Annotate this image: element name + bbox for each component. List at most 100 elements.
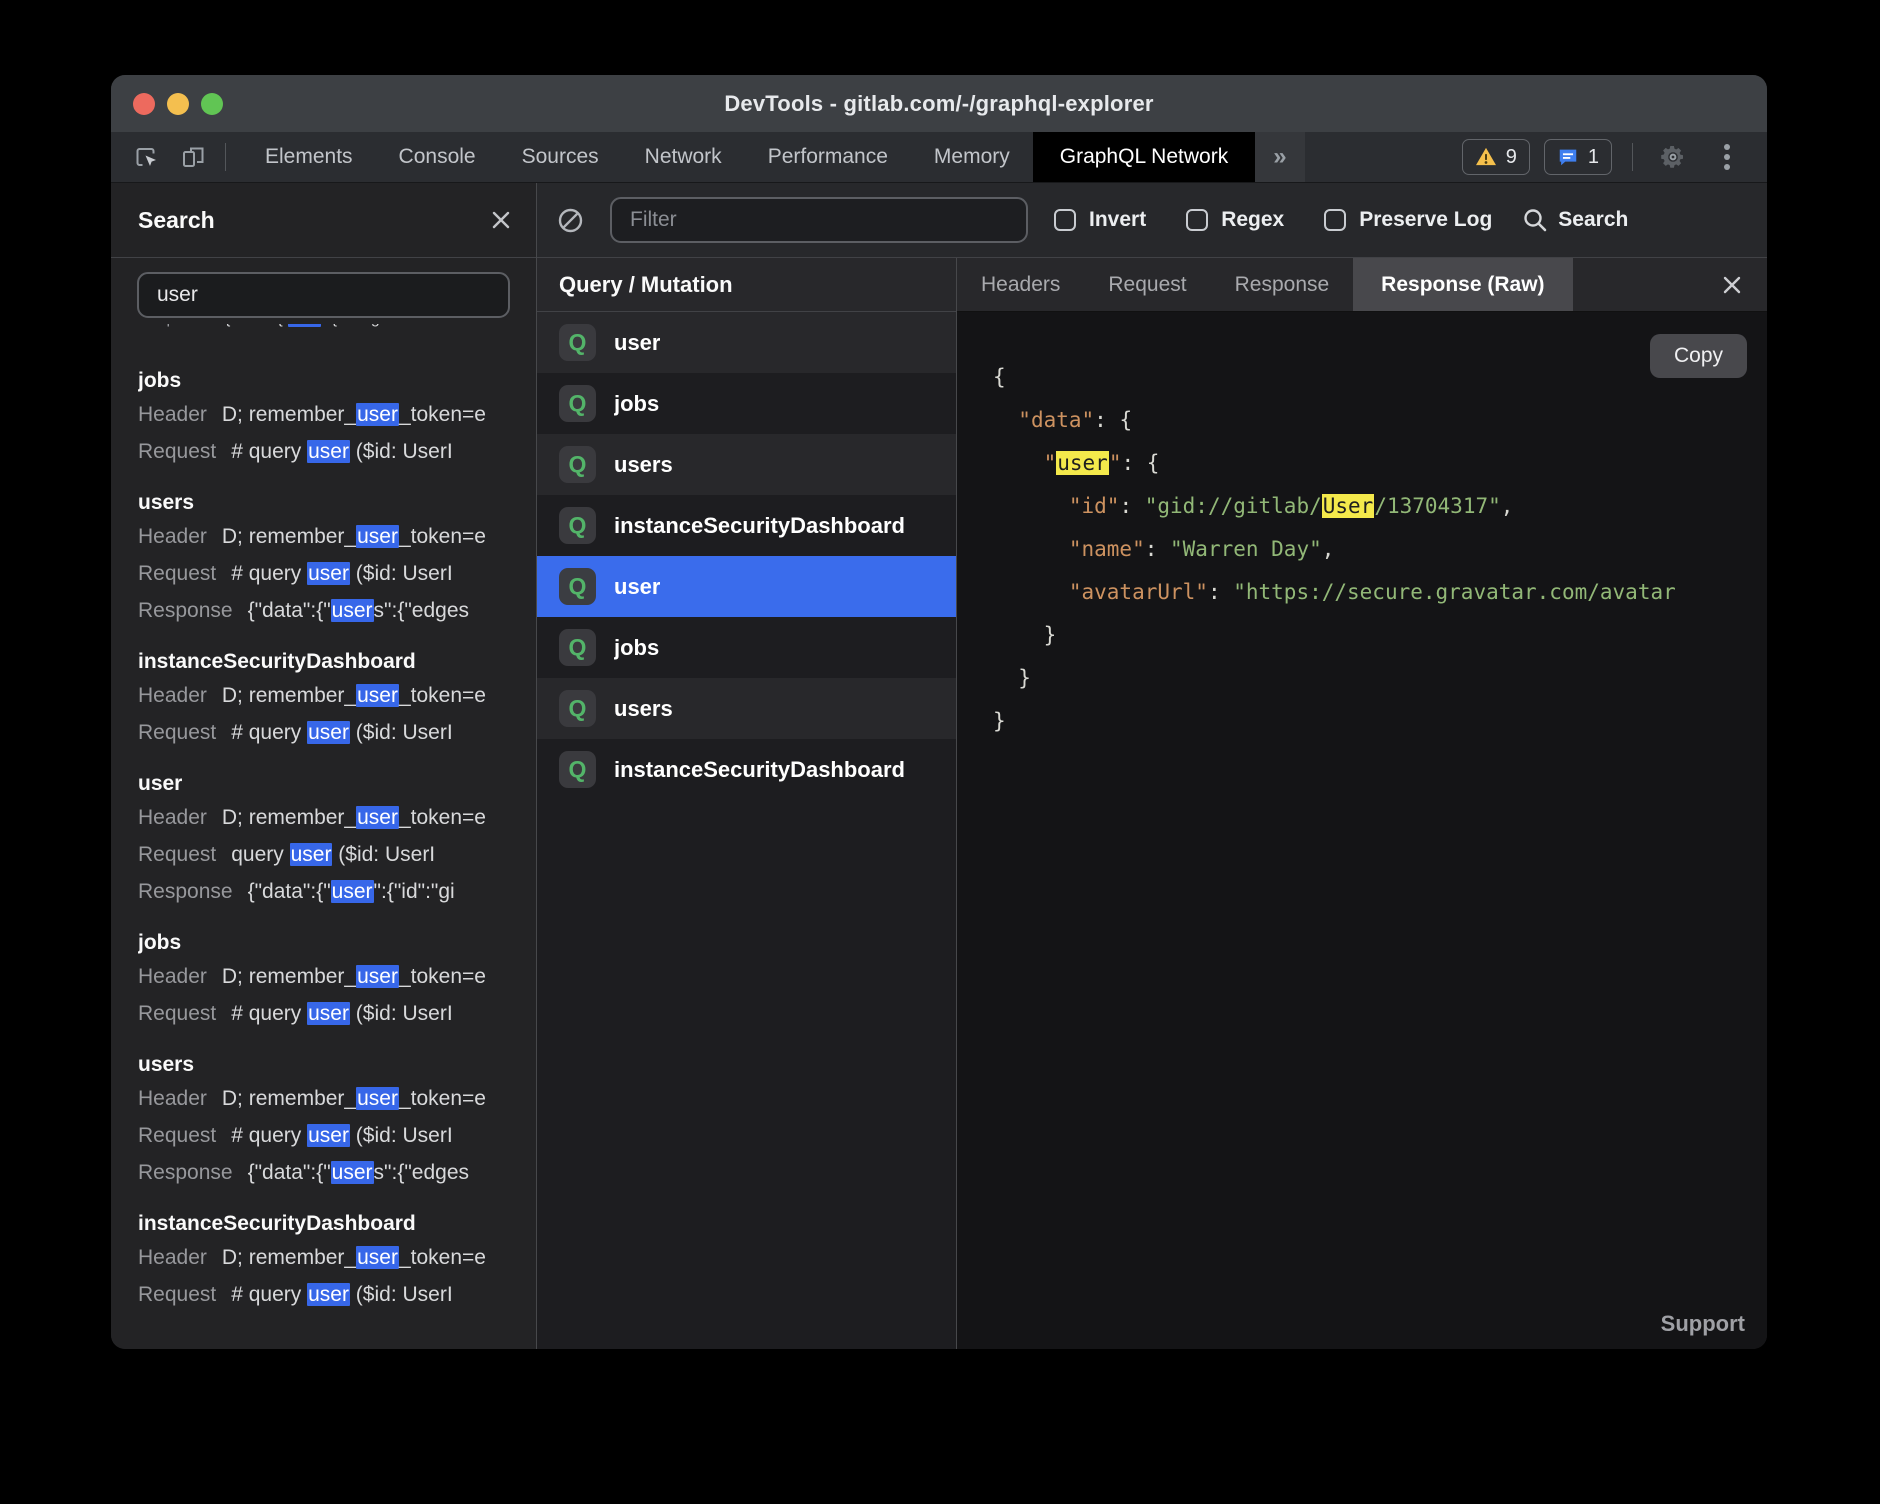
search-match-highlight: user	[307, 1002, 350, 1025]
result-row-label: Header	[138, 403, 207, 426]
result-text: query	[231, 843, 289, 866]
search-result-row[interactable]: Request# query user ($id: UserI	[138, 714, 536, 751]
close-window-button[interactable]	[133, 93, 155, 115]
clear-icon[interactable]	[557, 207, 584, 234]
tab-performance[interactable]: Performance	[745, 132, 911, 182]
result-text: _token=e	[399, 1246, 486, 1269]
search-result-row[interactable]: Request# query user ($id: UserI	[138, 995, 536, 1032]
json-punct: :	[1208, 580, 1233, 604]
search-result-row[interactable]: Response{"data":{"users":{"edges	[138, 1154, 536, 1191]
result-text: # query	[231, 721, 307, 744]
search-result-row[interactable]: HeaderD; remember_user_token=e	[138, 1080, 536, 1117]
search-match-highlight: user	[307, 721, 350, 744]
filter-checkboxes: Invert Regex Preserve Log	[1054, 208, 1492, 232]
tab-console[interactable]: Console	[376, 132, 499, 182]
filter-bar: Invert Regex Preserve Log Search	[537, 183, 1767, 258]
search-result-row[interactable]: HeaderD; remember_user_token=e	[138, 1239, 536, 1276]
json-punct: }	[993, 709, 1006, 733]
checkbox-preserve-log[interactable]: Preserve Log	[1324, 208, 1492, 232]
search-input[interactable]	[137, 272, 510, 318]
window-controls	[133, 75, 223, 132]
zoom-window-button[interactable]	[201, 93, 223, 115]
tab-network[interactable]: Network	[622, 132, 745, 182]
checkbox-box-preserve-log[interactable]	[1324, 209, 1346, 231]
result-row-label: Header	[138, 1246, 207, 1269]
query-row-label: jobs	[614, 391, 659, 417]
search-result-row[interactable]: HeaderD; remember_user_token=e	[138, 396, 536, 433]
json-punct: {	[993, 365, 1006, 389]
query-row-instancesecuritydashboard[interactable]: QinstanceSecurityDashboard	[537, 495, 956, 556]
close-detail-icon[interactable]	[1697, 258, 1767, 311]
query-row-user-selected[interactable]: Quser	[537, 556, 956, 617]
query-row-user[interactable]: Quser	[537, 312, 956, 373]
search-result-row[interactable]: HeaderD; remember_user_token=e	[138, 958, 536, 995]
checkbox-invert[interactable]: Invert	[1054, 208, 1146, 232]
kebab-menu-icon[interactable]	[1707, 137, 1747, 177]
support-link[interactable]: Support	[1661, 1311, 1745, 1337]
checkbox-box-regex[interactable]	[1186, 209, 1208, 231]
query-type-badge: Q	[559, 507, 596, 544]
json-string: "gid://gitlab/	[1145, 494, 1322, 518]
query-row-instancesecuritydashboard[interactable]: QinstanceSecurityDashboard	[537, 739, 956, 800]
search-match-highlight: user	[288, 324, 321, 327]
detail-tab-response-raw[interactable]: Response (Raw)	[1353, 258, 1572, 311]
minimize-window-button[interactable]	[167, 93, 189, 115]
detail-tab-response[interactable]: Response	[1211, 258, 1354, 311]
issues-badge[interactable]: 1	[1544, 139, 1612, 175]
result-text: ":{"id":"gid	[321, 324, 392, 327]
search-result-row-clipped[interactable]: Response{"data":{"user":{"id":"gid	[138, 324, 536, 348]
search-group-title-jobs: jobs	[138, 366, 536, 396]
detail-tab-request[interactable]: Request	[1084, 258, 1210, 311]
close-search-icon[interactable]	[490, 209, 512, 231]
inspect-element-icon[interactable]	[127, 137, 167, 177]
tab-graphql-network[interactable]: GraphQL Network	[1033, 132, 1255, 182]
device-toolbar-icon[interactable]	[173, 137, 213, 177]
search-result-row[interactable]: Response{"data":{"users":{"edges	[138, 592, 536, 629]
detail-tab-headers[interactable]: Headers	[957, 258, 1084, 311]
result-row-label: Response	[138, 880, 233, 903]
gear-icon[interactable]	[1653, 137, 1693, 177]
result-row-label: Request	[138, 1002, 216, 1025]
result-row-label: Header	[138, 806, 207, 829]
search-match-highlight: user	[290, 843, 333, 866]
search-result-row[interactable]: HeaderD; remember_user_token=e	[138, 518, 536, 555]
query-row-jobs[interactable]: Qjobs	[537, 617, 956, 678]
search-result-row[interactable]: Request# query user ($id: UserI	[138, 433, 536, 470]
search-result-row[interactable]: HeaderD; remember_user_token=e	[138, 677, 536, 714]
tab-memory[interactable]: Memory	[911, 132, 1033, 182]
devtools-main: Search Response{"data":{"user":{"id":"gi…	[111, 183, 1767, 1349]
tab-elements[interactable]: Elements	[242, 132, 376, 182]
result-text: ($id: UserI	[350, 562, 453, 585]
search-result-row[interactable]: Requestquery user ($id: UserI	[138, 836, 536, 873]
filter-input[interactable]	[610, 197, 1028, 243]
search-result-row[interactable]: Request# query user ($id: UserI	[138, 1117, 536, 1154]
tab-sources[interactable]: Sources	[499, 132, 622, 182]
search-result-row[interactable]: HeaderD; remember_user_token=e	[138, 799, 536, 836]
search-match-highlight: user	[331, 599, 374, 622]
query-row-users[interactable]: Qusers	[537, 678, 956, 739]
result-text: # query	[231, 1124, 307, 1147]
json-key: "data"	[1018, 408, 1094, 432]
more-tabs-button[interactable]: »	[1255, 132, 1304, 182]
checkbox-regex[interactable]: Regex	[1186, 208, 1284, 232]
query-row-label: users	[614, 696, 673, 722]
json-string-highlight: User	[1322, 494, 1375, 518]
copy-button[interactable]: Copy	[1650, 334, 1747, 378]
search-panel: Search Response{"data":{"user":{"id":"gi…	[111, 183, 537, 1349]
result-row-label: Request	[138, 440, 216, 463]
result-text: ($id: UserI	[350, 721, 453, 744]
query-row-jobs[interactable]: Qjobs	[537, 373, 956, 434]
search-result-row[interactable]: Request# query user ($id: UserI	[138, 1276, 536, 1313]
search-result-row[interactable]: Response{"data":{"user":{"id":"gi	[138, 873, 536, 910]
json-line: }	[993, 614, 1767, 657]
query-row-users[interactable]: Qusers	[537, 434, 956, 495]
network-search-toggle[interactable]: Search	[1522, 207, 1628, 233]
query-list-header: Query / Mutation	[537, 258, 956, 312]
result-text: {"data":{"	[225, 324, 288, 327]
search-panel-header: Search	[111, 183, 536, 258]
warnings-badge[interactable]: 9	[1462, 139, 1530, 175]
checkbox-box-invert[interactable]	[1054, 209, 1076, 231]
json-punct	[993, 494, 1069, 518]
result-text: # query	[231, 440, 307, 463]
search-result-row[interactable]: Request# query user ($id: UserI	[138, 555, 536, 592]
